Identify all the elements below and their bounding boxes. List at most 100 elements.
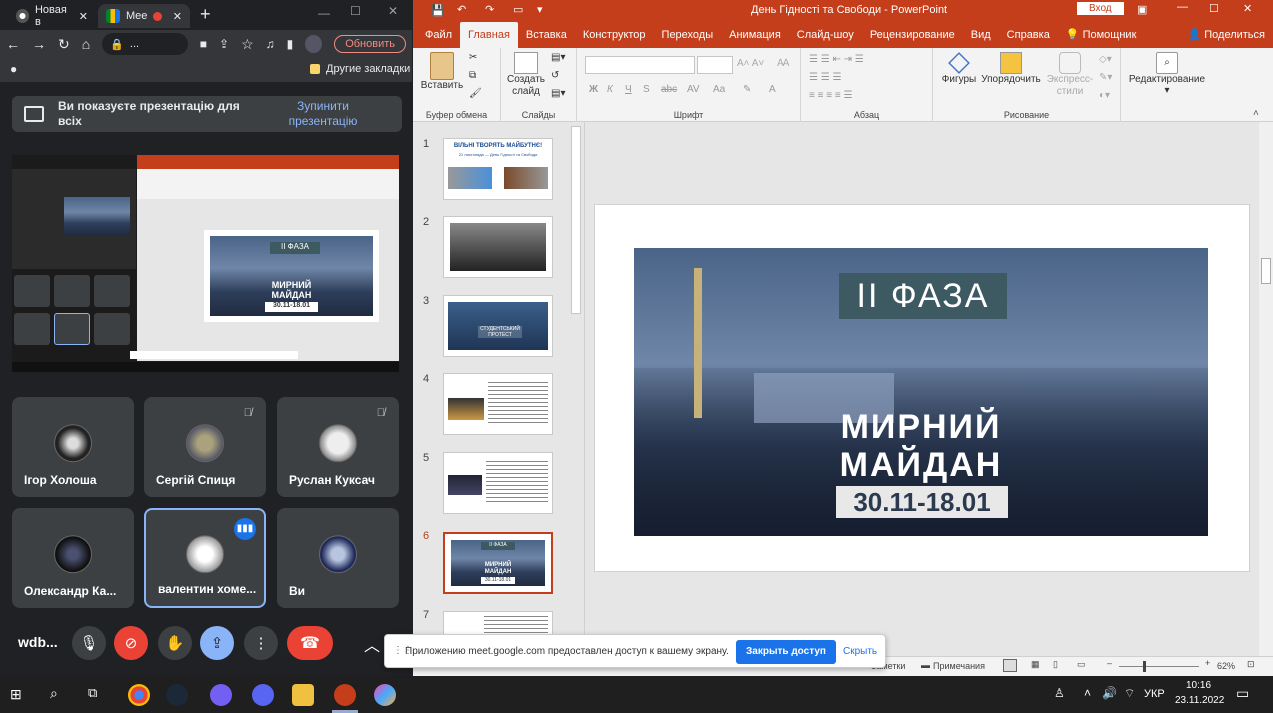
slide-thumbnail-3[interactable]: СТУДЕНТСЬКИЙ ПРОТЕСТ [443, 295, 553, 357]
redo-icon[interactable]: ↷ [485, 3, 494, 16]
slide-sorter-icon[interactable]: ▦ [1031, 659, 1040, 670]
close-icon[interactable]: ✕ [1243, 2, 1252, 15]
update-button[interactable]: Обновить [334, 35, 406, 53]
participant-tile-self[interactable]: Ви [277, 508, 399, 608]
font-color-icon[interactable]: A [769, 84, 776, 95]
fit-slide-icon[interactable]: ⊡ [1247, 659, 1255, 670]
shape-effects-icon[interactable]: ◐▾ [1099, 90, 1110, 101]
chrome-taskbar-icon[interactable] [128, 684, 150, 706]
participant-tile[interactable]: Ігор Холоша [12, 397, 134, 497]
share-button[interactable]: 👤 Поделиться [1179, 22, 1273, 48]
minimize-icon[interactable]: — [318, 6, 330, 20]
bold-icon[interactable]: Ж [589, 84, 598, 95]
home-icon[interactable]: ⌂ [82, 36, 90, 52]
customize-qat-icon[interactable]: ▾ [537, 3, 543, 16]
tab-transitions[interactable]: Переходы [654, 22, 722, 48]
slide-thumbnail-6-selected[interactable]: II ФАЗА МИРНИЙ МАЙДАН 30.11-18.01 [443, 532, 553, 594]
spacing-icon[interactable]: AV [687, 84, 700, 95]
tab-home[interactable]: Главная [460, 22, 518, 48]
wifi-icon[interactable]: ⌔ [1124, 686, 1135, 701]
zoom-level[interactable]: 62% [1217, 661, 1235, 671]
slide-thumbnail-4[interactable] [443, 373, 553, 435]
new-tab-button[interactable]: + [200, 4, 211, 25]
tab-new-tab[interactable]: Новая в ✕ [8, 4, 96, 28]
more-options-button[interactable]: ⋮ [244, 626, 278, 660]
media-icon[interactable]: ♫ [266, 37, 275, 51]
notification-icon[interactable]: ▭ [1236, 685, 1249, 702]
tab-view[interactable]: Вид [963, 22, 999, 48]
tab-tell-me[interactable]: 💡 Помощник [1058, 22, 1145, 48]
text-direction-icon[interactable]: ☰ ☰ ☰ [809, 72, 841, 83]
reset-icon[interactable]: ↺ [551, 70, 559, 81]
zoom-slider-thumb[interactable] [1143, 661, 1146, 672]
reading-view-icon[interactable]: ▯ [1053, 659, 1058, 670]
clear-format-icon[interactable]: Ꜳ [777, 58, 790, 69]
powerpoint-taskbar-icon[interactable] [334, 684, 356, 706]
tab-insert[interactable]: Вставка [518, 22, 575, 48]
sidepanel-icon[interactable]: ▮ [287, 37, 294, 51]
quick-styles-button[interactable]: Экспресс-стили [1045, 52, 1095, 98]
star-icon[interactable]: ☆ [241, 36, 254, 53]
share-icon[interactable]: ⇪ [219, 37, 229, 51]
search-icon[interactable]: ⌕ [50, 685, 58, 702]
italic-icon[interactable]: К [607, 84, 613, 95]
comments-icon[interactable]: ▬ [921, 660, 930, 670]
zoom-slider[interactable] [1119, 661, 1199, 672]
thumbs-scrollbar[interactable] [571, 126, 581, 314]
font-size-dropdown[interactable] [697, 56, 733, 74]
normal-view-icon[interactable] [1003, 659, 1017, 672]
mic-button[interactable]: 🎙 [72, 626, 106, 660]
chevron-up-icon[interactable]: ˄ [1084, 686, 1091, 700]
comments-button[interactable]: Примечания [933, 661, 985, 671]
undo-icon[interactable]: ↶ [457, 3, 466, 16]
layout-icon[interactable]: ▤▾ [551, 52, 565, 63]
signin-button[interactable]: Вход [1077, 2, 1124, 15]
tab-review[interactable]: Рецензирование [862, 22, 963, 48]
current-slide[interactable]: II ФАЗА МИРНИЙ МАЙДАН 30.11-18.01 [594, 204, 1250, 572]
clock-date[interactable]: 23.11.2022 [1175, 695, 1224, 706]
shape-outline-icon[interactable]: ✎▾ [1099, 72, 1112, 83]
tab-meet[interactable]: Mee ✕ [98, 4, 190, 28]
forward-icon[interactable]: → [32, 36, 46, 52]
stop-sharing-button[interactable]: Закрыть доступ [736, 640, 836, 664]
stop-presenting-button[interactable]: Зупинити презентацію [268, 99, 378, 129]
tab-animations[interactable]: Анимация [721, 22, 789, 48]
editing-button[interactable]: ⌕ Редактирование ▾ [1125, 52, 1209, 96]
present-button[interactable]: ⇪ [200, 626, 234, 660]
tab-design[interactable]: Конструктор [575, 22, 654, 48]
steam-icon[interactable] [166, 684, 188, 706]
format-painter-icon[interactable]: 🖌 [469, 88, 482, 99]
align-icon[interactable]: ≡ ≡ ≡ ≡ ☰ [809, 90, 852, 101]
ribbon-display-icon[interactable]: ▣ [1137, 3, 1147, 16]
other-bookmarks[interactable]: Другие закладки [326, 63, 410, 75]
tab-file[interactable]: Файл [417, 22, 460, 48]
discord-icon[interactable] [252, 684, 274, 706]
strikethrough-icon[interactable]: abc [661, 84, 677, 95]
scrollbar-thumb[interactable] [1261, 258, 1271, 284]
start-slideshow-icon[interactable]: ▭ [513, 3, 523, 16]
globe-icon[interactable]: ● [10, 62, 17, 76]
participant-tile[interactable]: 🎙̸ Руслан Куксач [277, 397, 399, 497]
close-icon[interactable]: ✕ [173, 10, 182, 23]
raise-hand-button[interactable]: ✋ [158, 626, 192, 660]
participant-tile[interactable]: 🎙̸ Сергій Спиця [144, 397, 266, 497]
reload-icon[interactable]: ↻ [58, 36, 70, 53]
underline-icon[interactable]: Ч [625, 84, 632, 95]
slide-thumbnail-2[interactable] [443, 216, 553, 278]
shadow-icon[interactable]: S [643, 84, 650, 95]
back-icon[interactable]: ← [6, 36, 20, 52]
hide-button[interactable]: Скрыть [843, 646, 877, 657]
collapse-ribbon-icon[interactable]: ˄ [1253, 108, 1259, 119]
close-window-icon[interactable]: ✕ [388, 4, 398, 18]
maximize-icon[interactable]: ☐ [1209, 2, 1219, 15]
new-slide-button[interactable]: Создать слайд [505, 52, 547, 98]
copy-icon[interactable]: ⧉ [469, 70, 476, 81]
slide-thumbnail-1[interactable]: ВІЛЬНІ ТВОРЯТЬ МАЙБУТНЄ! 21 листопада — … [443, 138, 553, 200]
task-view-icon[interactable]: ⧉ [88, 685, 97, 701]
minimize-icon[interactable]: — [1177, 1, 1188, 13]
font-name-dropdown[interactable] [585, 56, 695, 74]
slide-thumbnail-5[interactable] [443, 452, 553, 514]
language-indicator[interactable]: УКР [1144, 688, 1165, 700]
close-icon[interactable]: ✕ [79, 10, 88, 23]
file-explorer-icon[interactable] [292, 684, 314, 706]
